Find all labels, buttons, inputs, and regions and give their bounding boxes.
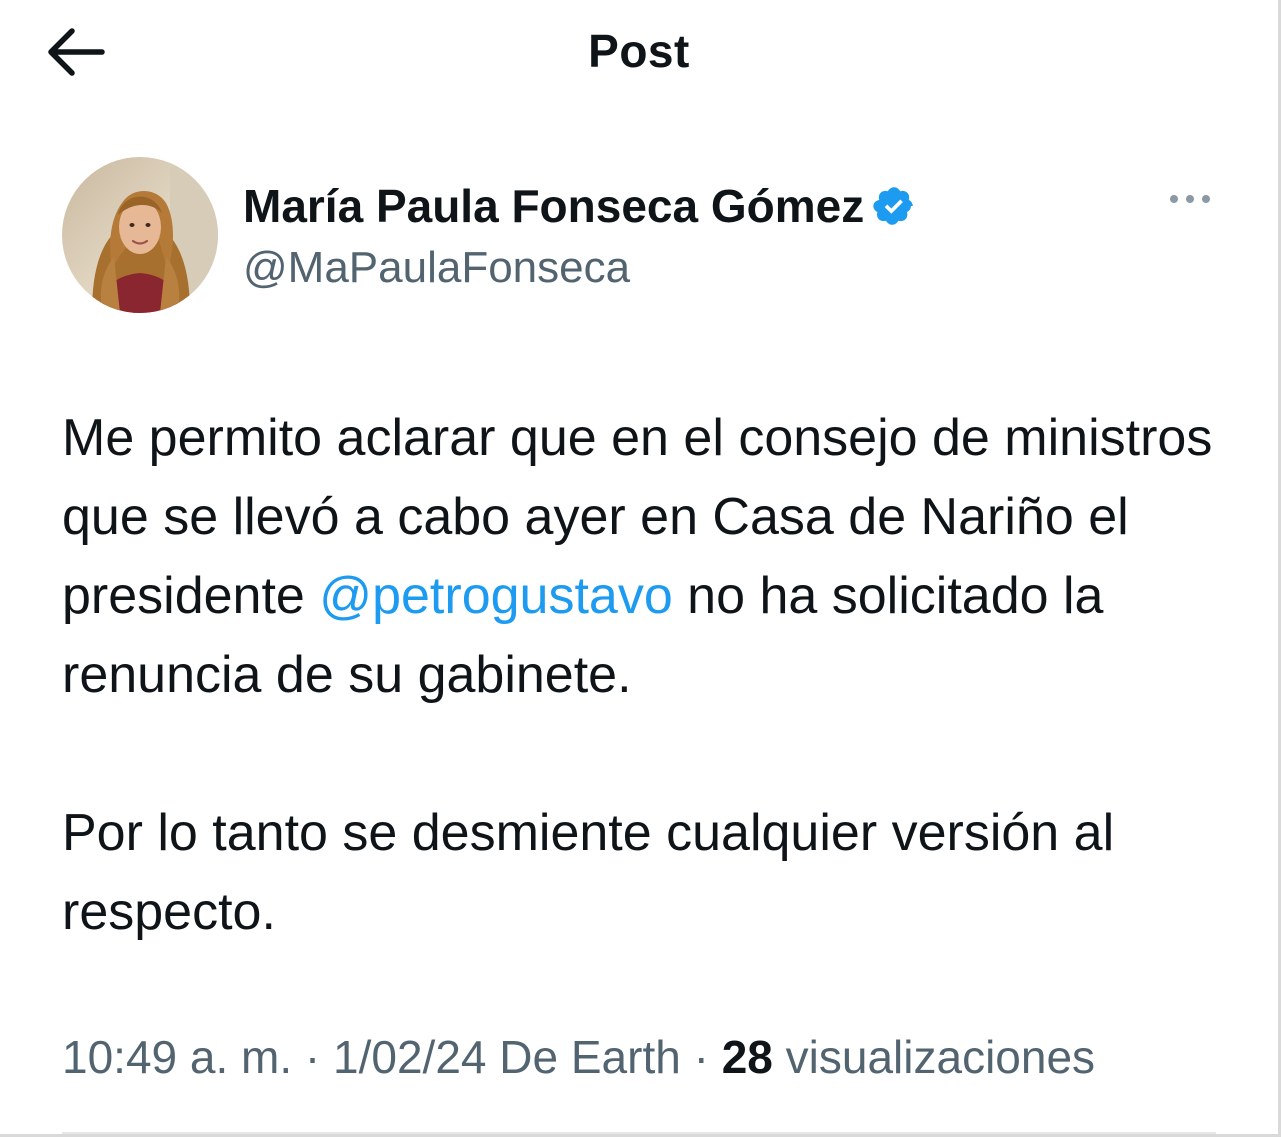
separator: · (292, 1031, 334, 1083)
author-handle[interactable]: @MaPaulaFonseca (243, 243, 630, 293)
more-options-button[interactable] (1162, 181, 1218, 221)
verified-badge-icon (872, 182, 920, 230)
post-date[interactable]: 1/02/24 (333, 1031, 486, 1083)
post-author: María Paula Fonseca Gómez @MaPaulaFonsec… (62, 157, 1222, 317)
post-paragraph: Por lo tanto se desmiente cualquier vers… (62, 804, 1115, 941)
views-label: visualizaciones (772, 1031, 1096, 1083)
avatar[interactable] (62, 157, 218, 313)
more-horizontal-icon (1166, 192, 1214, 210)
divider (62, 1132, 1216, 1134)
author-name-row[interactable]: María Paula Fonseca Gómez (243, 177, 920, 235)
post-source: De Earth (486, 1031, 681, 1083)
author-display-name: María Paula Fonseca Gómez (243, 180, 865, 232)
top-bar: Post (0, 0, 1278, 106)
mention-link[interactable]: @petrogustavo (319, 567, 672, 625)
separator: · (680, 1031, 722, 1083)
post-paragraph: Me permito aclarar que en el consejo de … (62, 399, 1242, 715)
views-count: 28 (721, 1031, 773, 1083)
post-text: Me permito aclarar que en el consejo de … (62, 399, 1242, 952)
post-time[interactable]: 10:49 a. m. (62, 1031, 292, 1083)
post-metadata: 10:49 a. m. · 1/02/24 De Earth · 28 visu… (62, 1030, 1095, 1084)
post-page: Post María Paula Fonseca Gómez @MaPaulaF… (0, 0, 1281, 1137)
page-title: Post (588, 25, 690, 77)
